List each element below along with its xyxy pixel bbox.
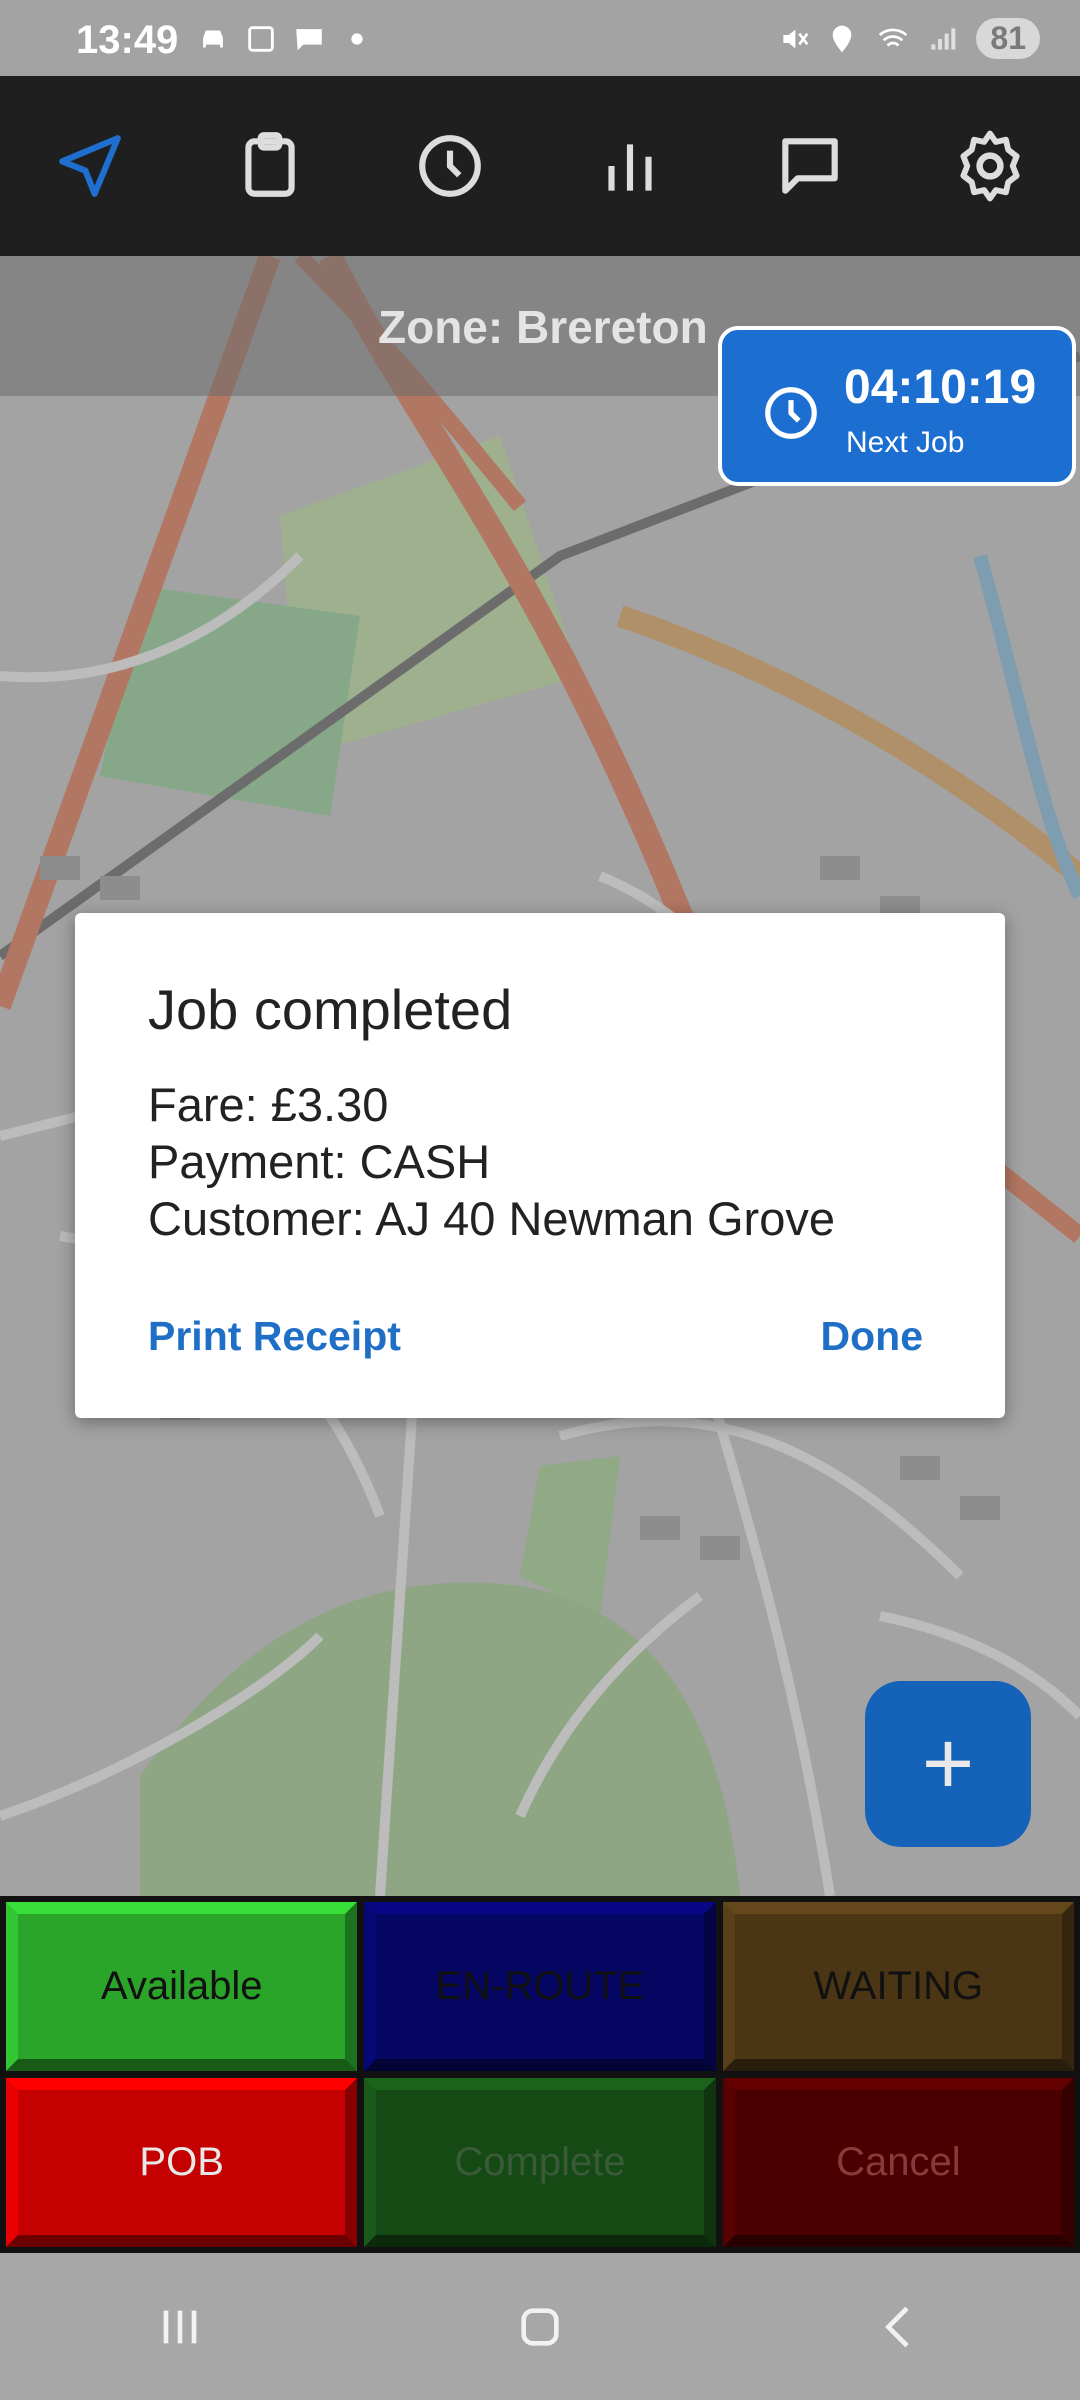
- recents-button[interactable]: [120, 2267, 240, 2387]
- location-icon: [833, 25, 852, 52]
- messages-button[interactable]: [755, 111, 865, 221]
- recents-icon: [163, 2310, 197, 2343]
- dot-icon: [351, 33, 363, 45]
- waiting-button[interactable]: WAITING: [722, 1902, 1074, 2071]
- wifi-icon: [879, 28, 908, 47]
- stats-button[interactable]: [575, 111, 685, 221]
- dialog-title: Job completed: [148, 978, 513, 1041]
- clock-icon: [419, 135, 481, 197]
- payment-text: Payment: CASH: [148, 1135, 491, 1188]
- top-toolbar: [0, 76, 1080, 256]
- complete-button[interactable]: Complete: [364, 2078, 716, 2247]
- print-receipt-button[interactable]: Print Receipt: [148, 1313, 401, 1360]
- back-button[interactable]: [840, 2267, 960, 2387]
- next-job-label: Next Job: [846, 426, 965, 459]
- status-time: 13:49: [76, 18, 179, 62]
- signal-icon: [931, 27, 956, 50]
- bar-chart-icon: [608, 144, 652, 191]
- chat-bubble-icon: [296, 29, 322, 51]
- settings-button[interactable]: [935, 111, 1045, 221]
- navigation-arrow-icon: [59, 135, 121, 197]
- job-completed-dialog: Job completed Fare: £3.30 Payment: CASH …: [75, 913, 1005, 1418]
- available-button[interactable]: Available: [6, 1902, 358, 2071]
- en-route-button[interactable]: EN-ROUTE: [364, 1902, 716, 2071]
- cancel-button[interactable]: Cancel: [722, 2078, 1074, 2247]
- next-job-badge[interactable]: 04:10:19 Next Job: [718, 326, 1076, 486]
- home-icon: [521, 2307, 559, 2346]
- clock-icon: [765, 387, 817, 439]
- clipboard-icon: [245, 132, 295, 197]
- history-button[interactable]: [395, 111, 505, 221]
- pob-button[interactable]: POB: [6, 2078, 358, 2247]
- add-fab-button[interactable]: +: [865, 1681, 1031, 1847]
- back-icon: [885, 2306, 909, 2347]
- zone-label: Zone: Brereton: [378, 301, 708, 353]
- next-job-time: 04:10:19: [844, 361, 1037, 414]
- car-icon: [203, 30, 223, 48]
- battery-indicator: 81: [976, 18, 1040, 59]
- mute-icon: [783, 29, 809, 48]
- screenshot-icon: [248, 26, 274, 52]
- message-icon: [782, 138, 838, 194]
- fare-text: Fare: £3.30: [148, 1078, 389, 1131]
- navigate-button[interactable]: [35, 111, 145, 221]
- gear-icon: [960, 130, 1020, 202]
- done-button[interactable]: Done: [821, 1313, 924, 1360]
- jobs-button[interactable]: [215, 111, 325, 221]
- system-nav-bar: [0, 2253, 1080, 2400]
- status-button-grid: Available EN-ROUTE WAITING POB Complete …: [0, 1896, 1080, 2253]
- home-button[interactable]: [480, 2267, 600, 2387]
- plus-icon: +: [921, 1713, 975, 1814]
- customer-text: Customer: AJ 40 Newman Grove: [148, 1192, 835, 1245]
- status-bar: 13:49 81: [0, 0, 1080, 76]
